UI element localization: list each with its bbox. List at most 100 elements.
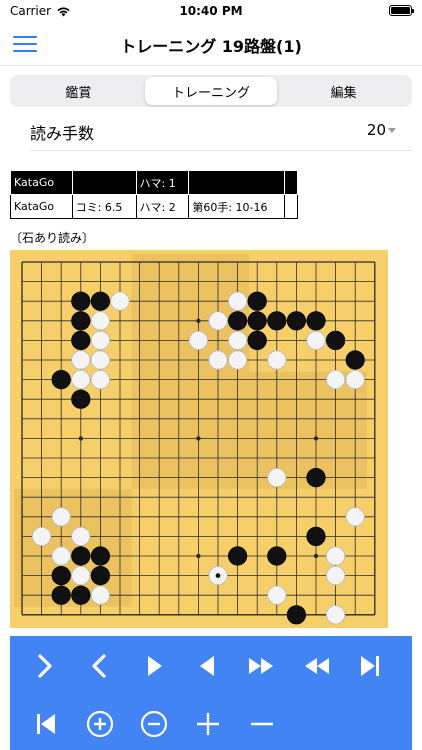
last-move-marker	[215, 573, 221, 578]
star-point	[196, 318, 201, 323]
back-one-button[interactable]	[82, 648, 118, 684]
add-button[interactable]	[190, 706, 226, 742]
star-point	[313, 553, 319, 559]
black-stone[interactable]	[247, 291, 267, 311]
fast-forward-button[interactable]	[244, 648, 280, 684]
black-stone[interactable]	[345, 350, 365, 370]
white-stone[interactable]	[228, 291, 248, 311]
go-board-canvas[interactable]	[10, 250, 388, 628]
black-stone[interactable]	[247, 311, 267, 331]
skip-end-icon	[361, 656, 379, 676]
to-start-button[interactable]	[28, 706, 64, 742]
white-stone[interactable]	[345, 370, 365, 390]
white-stone[interactable]	[325, 370, 346, 390]
black-stone[interactable]	[51, 585, 71, 605]
mode-segmented-control: 鑑賞 トレーニング 編集	[10, 75, 412, 107]
black-stone[interactable]	[51, 565, 71, 586]
read-depth-value[interactable]: 20	[367, 121, 386, 139]
white-stone[interactable]	[90, 330, 111, 351]
white-stone[interactable]	[228, 330, 248, 351]
black-stone[interactable]	[90, 565, 111, 586]
segment-view[interactable]: 鑑賞	[12, 77, 145, 105]
plus-circle-icon	[86, 710, 114, 738]
black-stone[interactable]	[306, 311, 326, 331]
black-stone[interactable]	[90, 291, 111, 311]
page-title: トレーニング 19路盤(1)	[120, 37, 302, 56]
reverse-button[interactable]	[190, 648, 226, 684]
black-stone[interactable]	[306, 526, 326, 546]
battery-icon	[389, 5, 414, 16]
white-stone[interactable]	[90, 585, 111, 605]
black-stone[interactable]	[228, 546, 248, 566]
white-stone[interactable]	[267, 468, 287, 488]
white-stone[interactable]	[345, 507, 365, 527]
black-stone[interactable]	[267, 311, 287, 331]
white-stone[interactable]	[325, 605, 346, 625]
star-point	[196, 436, 201, 441]
segment-training[interactable]: トレーニング	[144, 77, 278, 105]
white-stone[interactable]	[208, 311, 228, 331]
play-button[interactable]	[136, 648, 172, 684]
white-stone[interactable]	[267, 585, 287, 605]
black-stone[interactable]	[267, 546, 287, 566]
white-stone[interactable]	[110, 291, 130, 311]
zoom-in-button[interactable]	[82, 706, 118, 742]
black-stone[interactable]	[247, 330, 267, 351]
white-stone[interactable]	[71, 370, 91, 390]
black-stone[interactable]	[71, 585, 91, 605]
table-cell: 第60手: 10-16	[188, 194, 286, 219]
go-board[interactable]	[10, 250, 388, 628]
white-stone[interactable]	[306, 330, 326, 351]
board-shade	[249, 371, 367, 490]
dropdown-caret-icon	[388, 128, 396, 133]
star-point	[196, 553, 201, 559]
white-stone[interactable]	[228, 350, 248, 370]
white-stone[interactable]	[71, 526, 91, 546]
read-depth-label: 読み手数	[30, 124, 95, 143]
navigation-bar: トレーニング 19路盤(1)	[0, 22, 422, 66]
black-stone[interactable]	[90, 546, 111, 566]
black-stone[interactable]	[71, 311, 91, 331]
black-stone[interactable]	[286, 605, 306, 625]
white-stone[interactable]	[51, 507, 71, 527]
white-stone[interactable]	[267, 350, 287, 370]
black-stone[interactable]	[71, 389, 91, 409]
white-stone[interactable]	[188, 330, 208, 351]
white-stone[interactable]	[71, 350, 91, 370]
zoom-out-button[interactable]	[136, 706, 172, 742]
black-stone[interactable]	[71, 330, 91, 351]
table-cell: コミ: 6.5	[71, 194, 137, 219]
black-stone[interactable]	[228, 311, 248, 331]
table-cell: ハマ: 2	[135, 194, 190, 219]
white-stone[interactable]	[71, 565, 91, 586]
table-cell	[71, 170, 137, 195]
star-point	[313, 436, 319, 441]
table-row: KataGo ハマ: 1	[10, 170, 298, 195]
read-depth-row[interactable]: 読み手数 20	[30, 113, 412, 151]
white-stone[interactable]	[90, 350, 111, 370]
forward-one-button[interactable]	[28, 648, 64, 684]
black-stone[interactable]	[306, 468, 326, 488]
white-stone[interactable]	[90, 370, 111, 390]
segment-edit[interactable]: 編集	[277, 77, 410, 105]
white-stone[interactable]	[90, 311, 111, 331]
rewind-icon	[305, 658, 329, 674]
chevron-left-icon	[92, 654, 106, 678]
rewind-button[interactable]	[298, 648, 334, 684]
black-stone[interactable]	[71, 546, 91, 566]
white-stone[interactable]	[208, 350, 228, 370]
black-stone[interactable]	[286, 311, 306, 331]
black-stone[interactable]	[51, 370, 71, 390]
fast-forward-icon	[249, 658, 273, 674]
table-cell: ハマ: 1	[135, 170, 190, 195]
to-end-button[interactable]	[352, 648, 388, 684]
white-stone[interactable]	[32, 526, 52, 546]
minus-icon	[251, 722, 273, 726]
black-stone[interactable]	[71, 291, 91, 311]
white-stone[interactable]	[51, 546, 71, 566]
table-cell	[188, 170, 286, 195]
remove-button[interactable]	[244, 706, 280, 742]
white-stone[interactable]	[325, 546, 346, 566]
white-stone[interactable]	[325, 565, 346, 586]
black-stone[interactable]	[325, 330, 346, 351]
